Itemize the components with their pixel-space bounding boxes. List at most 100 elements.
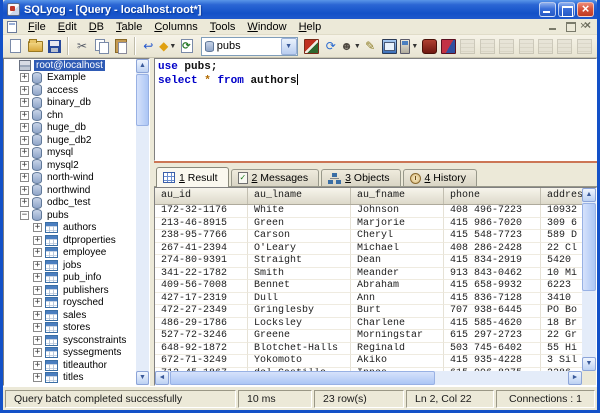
column-header-au_fname[interactable]: au_fname: [351, 188, 444, 204]
open-file-button[interactable]: [25, 36, 44, 56]
tree-item-employee[interactable]: +employee: [4, 247, 136, 260]
refresh-object-browser-button[interactable]: ⟳: [321, 36, 340, 56]
execute-query-button[interactable]: ↩: [139, 36, 158, 56]
save-button[interactable]: [45, 36, 64, 56]
tree-item-mysql[interactable]: +mysql: [4, 147, 136, 160]
expand-icon[interactable]: +: [33, 323, 42, 332]
paste-button[interactable]: [111, 36, 130, 56]
tree-item-authors[interactable]: +authors: [4, 222, 136, 235]
expand-icon[interactable]: +: [20, 123, 29, 132]
tab-objects[interactable]: 3 Objects: [321, 169, 400, 186]
tree-item-jobs[interactable]: +jobs: [4, 259, 136, 272]
refresh-query-button[interactable]: [177, 36, 196, 56]
table-row[interactable]: 341-22-1782SmithMeander913 843-046210 Mi: [155, 268, 582, 281]
menu-columns[interactable]: Columns: [148, 20, 203, 34]
column-header-au_id[interactable]: au_id: [155, 188, 248, 204]
tree-item-titleauthor[interactable]: +titleauthor: [4, 359, 136, 372]
tree-item-dtproperties[interactable]: +dtproperties: [4, 234, 136, 247]
table-row[interactable]: 527-72-3246GreeneMorningstar615 297-2723…: [155, 330, 582, 343]
tree-item-northwind[interactable]: +northwind: [4, 184, 136, 197]
tree-item-example[interactable]: +Example: [4, 72, 136, 85]
menu-tools[interactable]: Tools: [204, 20, 242, 34]
tree-item-sysconstraints[interactable]: +sysconstraints: [4, 334, 136, 347]
host-monitor-button[interactable]: [380, 36, 399, 56]
expand-icon[interactable]: +: [33, 298, 42, 307]
expand-icon[interactable]: +: [20, 148, 29, 157]
grid-scroll-down-icon[interactable]: ▼: [582, 357, 596, 371]
expand-icon[interactable]: +: [20, 173, 29, 182]
grid-scroll-left-icon[interactable]: ◄: [155, 371, 169, 385]
table-row[interactable]: 409-56-7008BennetAbraham415 658-99326223: [155, 280, 582, 293]
tree-item-huge-db[interactable]: +huge_db: [4, 122, 136, 135]
table-row[interactable]: 486-29-1786LocksleyCharlene415 585-46201…: [155, 318, 582, 331]
expand-icon[interactable]: +: [33, 373, 42, 382]
maximize-button[interactable]: [558, 2, 575, 17]
grid-hscroll-thumb[interactable]: [170, 371, 435, 385]
table-row[interactable]: 472-27-2349GringlesbyBurt707 938-6445PO …: [155, 305, 582, 318]
expand-icon[interactable]: +: [20, 136, 29, 145]
chevron-down-icon[interactable]: ▼: [281, 38, 297, 55]
menu-edit[interactable]: Edit: [52, 20, 83, 34]
collapse-icon[interactable]: −: [20, 211, 29, 220]
column-header-address[interactable]: address: [541, 188, 582, 204]
expand-icon[interactable]: +: [20, 198, 29, 207]
table-row[interactable]: 672-71-3249YokomotoAkiko415 935-42283 Si…: [155, 355, 582, 368]
tree-item-huge-db2[interactable]: +huge_db2: [4, 134, 136, 147]
column-header-au_lname[interactable]: au_lname: [248, 188, 351, 204]
query-editor[interactable]: use pubs;select * from authors: [154, 58, 597, 161]
tree-scroll-up-icon[interactable]: ▲: [136, 59, 149, 73]
menu-db[interactable]: DB: [83, 20, 110, 34]
expand-icon[interactable]: +: [20, 161, 29, 170]
tree-item-access[interactable]: +access: [4, 84, 136, 97]
mdi-restore-button[interactable]: [563, 20, 578, 33]
tab-result[interactable]: 1 Result: [156, 167, 229, 187]
tree-item-stores[interactable]: +stores: [4, 322, 136, 335]
tree-item-pubs[interactable]: −pubs: [4, 209, 136, 222]
cut-button[interactable]: ✂: [72, 36, 91, 56]
insert-templates-button[interactable]: [302, 36, 321, 56]
expand-icon[interactable]: +: [33, 348, 42, 357]
expand-icon[interactable]: +: [33, 311, 42, 320]
copy-button[interactable]: [92, 36, 111, 56]
tree-item-publishers[interactable]: +publishers: [4, 284, 136, 297]
grid-horizontal-scrollbar[interactable]: ◄ ►: [155, 371, 582, 385]
table-row[interactable]: 172-32-1176WhiteJohnson408 496-722310932: [155, 205, 582, 218]
expand-icon[interactable]: +: [33, 223, 42, 232]
expand-icon[interactable]: +: [20, 86, 29, 95]
expand-icon[interactable]: +: [20, 186, 29, 195]
minimize-button[interactable]: [539, 2, 556, 17]
table-row[interactable]: 238-95-7766CarsonCheryl415 548-7723589 D: [155, 230, 582, 243]
tree-item-chn[interactable]: +chn: [4, 109, 136, 122]
menu-window[interactable]: Window: [241, 20, 292, 34]
tree-scroll-down-icon[interactable]: ▼: [136, 371, 149, 385]
tree-item-root-localhost[interactable]: root@localhost: [4, 59, 136, 72]
table-row[interactable]: 267-41-2394O'LearyMichael408 286-242822 …: [155, 243, 582, 256]
tree-item-sales[interactable]: +sales: [4, 309, 136, 322]
table-row[interactable]: 213-46-8915GreenMarjorie415 986-7020309 …: [155, 218, 582, 231]
import-data-button[interactable]: [439, 36, 458, 56]
menu-help[interactable]: Help: [293, 20, 328, 34]
column-header-phone[interactable]: phone: [444, 188, 541, 204]
close-button[interactable]: [577, 2, 594, 17]
expand-icon[interactable]: +: [33, 361, 42, 370]
execute-mode-button[interactable]: ◆▼: [158, 36, 177, 56]
table-row[interactable]: 427-17-2319DullAnn415 836-71283410: [155, 293, 582, 306]
tree-item-odbc-test[interactable]: +odbc_test: [4, 197, 136, 210]
tree-item-titles[interactable]: +titles: [4, 372, 136, 385]
copy-database-button[interactable]: [419, 36, 438, 56]
tree-item-syssegments[interactable]: +syssegments: [4, 347, 136, 360]
tree-item-pub-info[interactable]: +pub_info: [4, 272, 136, 285]
tree-scrollbar[interactable]: ▲ ▼: [136, 59, 149, 385]
expand-icon[interactable]: +: [20, 111, 29, 120]
tab-history[interactable]: 4 History: [403, 169, 477, 186]
grid-scroll-right-icon[interactable]: ►: [568, 371, 582, 385]
expand-icon[interactable]: +: [33, 248, 42, 257]
table-row[interactable]: 274-80-9391StraightDean415 834-29195420: [155, 255, 582, 268]
database-select[interactable]: pubs▼: [201, 37, 298, 56]
edit-data-button[interactable]: ✎: [360, 36, 379, 56]
tree-item-binary-db[interactable]: +binary_db: [4, 97, 136, 110]
expand-icon[interactable]: +: [20, 73, 29, 82]
mdi-child-icon[interactable]: [7, 21, 17, 33]
mdi-close-button[interactable]: ×: [580, 20, 595, 33]
mdi-minimize-button[interactable]: [546, 20, 561, 33]
